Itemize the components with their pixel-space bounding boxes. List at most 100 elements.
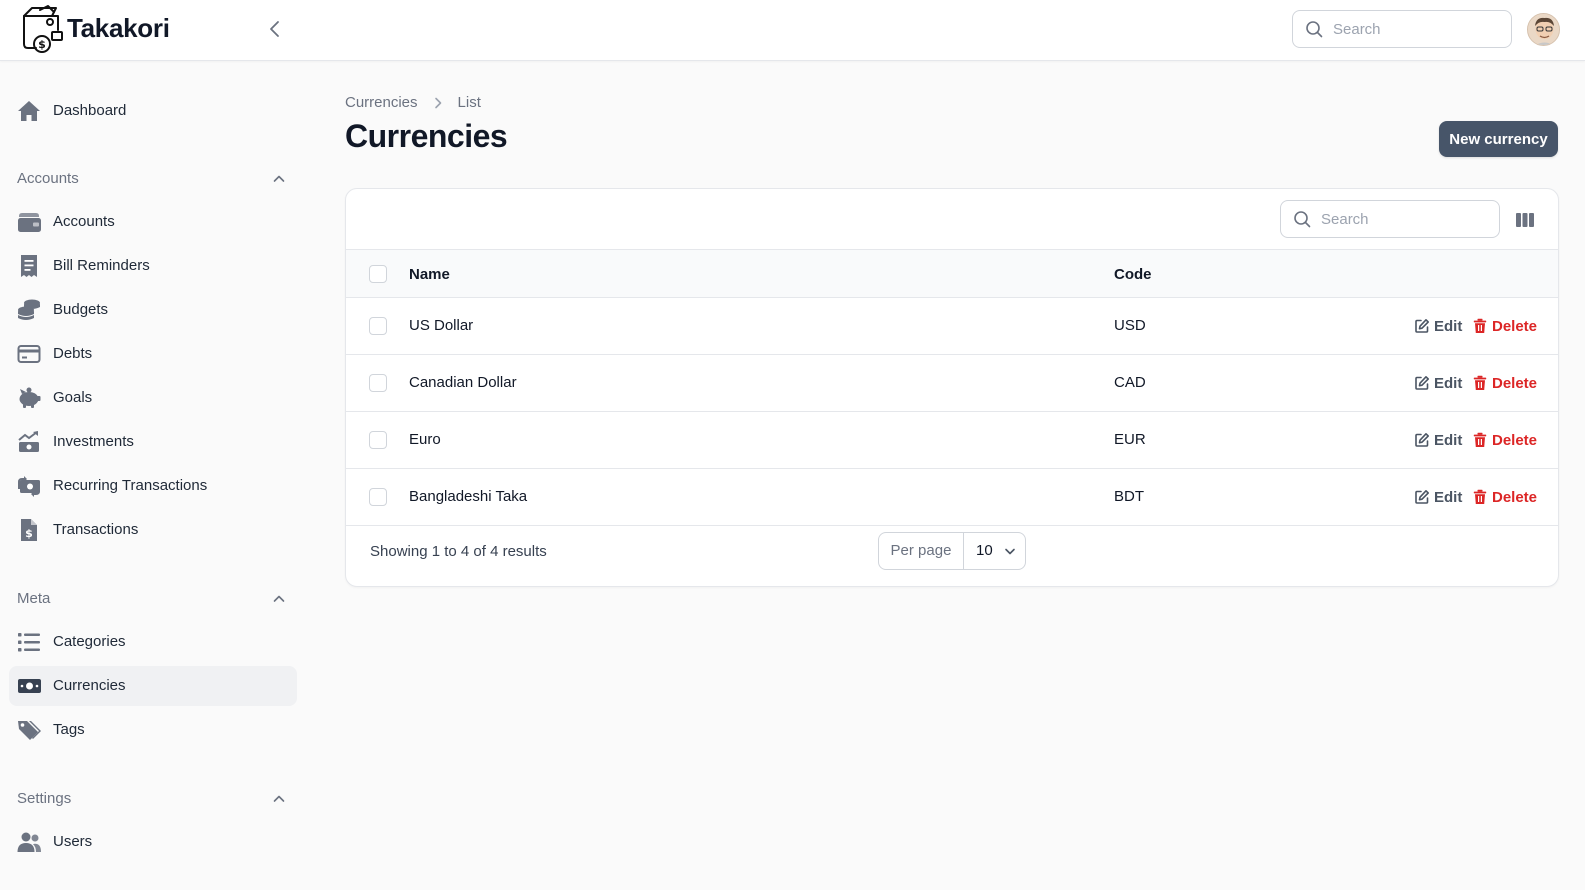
sidebar-item-label: Goals (53, 389, 93, 406)
user-avatar[interactable] (1527, 13, 1560, 46)
sidebar-item-label: Accounts (53, 213, 115, 230)
column-header-name[interactable]: Name (409, 266, 450, 283)
table-row: Canadian Dollar CAD Edit Delete (346, 355, 1558, 412)
chevron-down-icon[interactable] (1003, 544, 1017, 558)
nav-group-label: Settings (17, 790, 72, 807)
chevron-right-icon (434, 97, 441, 108)
breadcrumb-item-currencies[interactable]: Currencies (345, 94, 418, 111)
sidebar-item-label: Investments (53, 433, 134, 450)
search-icon (1306, 21, 1323, 38)
sidebar-item-currencies[interactable]: Currencies (9, 666, 297, 706)
table-search[interactable] (1280, 200, 1500, 238)
cell-code: USD (1114, 317, 1146, 334)
sidebar: Dashboard Accounts Accounts Bill Reminde… (0, 61, 305, 890)
list-icon (18, 633, 40, 652)
row-checkbox[interactable] (369, 374, 387, 392)
row-checkbox[interactable] (369, 317, 387, 335)
nav-group-label: Meta (17, 590, 51, 607)
per-page-select[interactable]: Per page 10 (878, 532, 1026, 570)
row-checkbox[interactable] (369, 488, 387, 506)
edit-icon (1415, 433, 1429, 447)
edit-button[interactable]: Edit (1414, 430, 1462, 450)
edit-button[interactable]: Edit (1414, 316, 1462, 336)
edit-label: Edit (1434, 317, 1463, 335)
sidebar-item-goals[interactable]: Goals (9, 378, 297, 418)
edit-label: Edit (1434, 431, 1463, 449)
delete-label: Delete (1492, 431, 1538, 449)
sidebar-item-label: Users (53, 833, 93, 850)
collapse-sidebar-chevron-left-icon[interactable] (264, 18, 286, 40)
sidebar-item-debts[interactable]: Debts (9, 334, 297, 374)
sidebar-item-transactions[interactable]: $ Transactions (9, 510, 297, 550)
breadcrumb: Currencies List (345, 94, 481, 111)
edit-icon (1415, 319, 1429, 333)
sidebar-item-budgets[interactable]: Budgets (9, 290, 297, 330)
sidebar-item-recurring-transactions[interactable]: Recurring Transactions (9, 466, 297, 506)
global-search[interactable] (1292, 10, 1512, 48)
edit-button[interactable]: Edit (1414, 487, 1462, 507)
sidebar-item-accounts[interactable]: Accounts (9, 202, 297, 242)
delete-button[interactable]: Delete (1472, 487, 1537, 507)
sidebar-item-label: Bill Reminders (53, 257, 150, 274)
search-icon (1294, 211, 1311, 228)
sidebar-item-users[interactable]: Users (9, 822, 297, 862)
cell-name: Euro (409, 431, 441, 448)
column-toggle-icon[interactable] (1514, 209, 1536, 231)
cell-code: EUR (1114, 431, 1146, 448)
trash-icon (1473, 489, 1487, 504)
table-row: US Dollar USD Edit Delete (346, 298, 1558, 355)
column-header-code[interactable]: Code (1114, 266, 1152, 283)
per-page-value[interactable]: 10 (976, 542, 993, 559)
app-name[interactable]: Takakori (67, 13, 170, 44)
table-row: Euro EUR Edit Delete (346, 412, 1558, 469)
trash-icon (1473, 375, 1487, 390)
edit-button[interactable]: Edit (1414, 373, 1462, 393)
edit-label: Edit (1434, 488, 1463, 506)
receipt-icon (21, 255, 37, 277)
sidebar-item-dashboard[interactable]: Dashboard (9, 91, 297, 131)
delete-label: Delete (1492, 374, 1538, 392)
dollar-document-icon: $ (21, 519, 37, 541)
sidebar-item-categories[interactable]: Categories (9, 622, 297, 662)
chevron-up-icon (273, 795, 285, 802)
piggy-bank-icon (19, 387, 41, 408)
chart-money-icon (18, 431, 39, 452)
svg-text:$: $ (38, 38, 46, 51)
users-icon (17, 832, 41, 852)
row-checkbox[interactable] (369, 431, 387, 449)
page-title: Currencies (345, 118, 508, 154)
delete-button[interactable]: Delete (1472, 373, 1537, 393)
nav-group-meta[interactable]: Meta (17, 587, 287, 611)
delete-button[interactable]: Delete (1472, 316, 1537, 336)
delete-button[interactable]: Delete (1472, 430, 1537, 450)
cell-name: Canadian Dollar (409, 374, 517, 391)
cell-code: CAD (1114, 374, 1146, 391)
select-all-checkbox[interactable] (369, 265, 387, 283)
sidebar-item-tags[interactable]: Tags (9, 710, 297, 750)
svg-text:$: $ (25, 527, 33, 540)
trash-icon (1473, 318, 1487, 333)
sidebar-item-label: Dashboard (53, 102, 127, 119)
table-row: Bangladeshi Taka BDT Edit Delete (346, 469, 1558, 526)
sidebar-item-label: Recurring Transactions (53, 477, 208, 494)
table-search-input[interactable] (1321, 209, 1491, 229)
sidebar-item-investments[interactable]: Investments (9, 422, 297, 462)
table-header: Name Code (346, 249, 1558, 298)
wallet-money-logo-icon[interactable]: $ (18, 4, 64, 54)
credit-card-icon (17, 345, 41, 363)
new-currency-button[interactable]: New currency (1439, 121, 1558, 157)
nav-group-accounts[interactable]: Accounts (17, 167, 287, 191)
sidebar-item-bill-reminders[interactable]: Bill Reminders (9, 246, 297, 286)
breadcrumb-item-current: List (457, 94, 481, 111)
chevron-up-icon (273, 175, 285, 182)
currencies-table-card: Name Code US Dollar USD Edit Delete Cana… (345, 188, 1559, 587)
cell-code: BDT (1114, 488, 1144, 505)
nav-group-settings[interactable]: Settings (17, 787, 287, 811)
delete-label: Delete (1492, 317, 1538, 335)
recurring-money-icon (18, 476, 40, 497)
sidebar-item-label: Currencies (53, 677, 126, 694)
global-search-input[interactable] (1333, 19, 1503, 39)
sidebar-item-label: Debts (53, 345, 93, 362)
top-bar: $ Takakori (0, 0, 1585, 61)
trash-icon (1473, 432, 1487, 447)
